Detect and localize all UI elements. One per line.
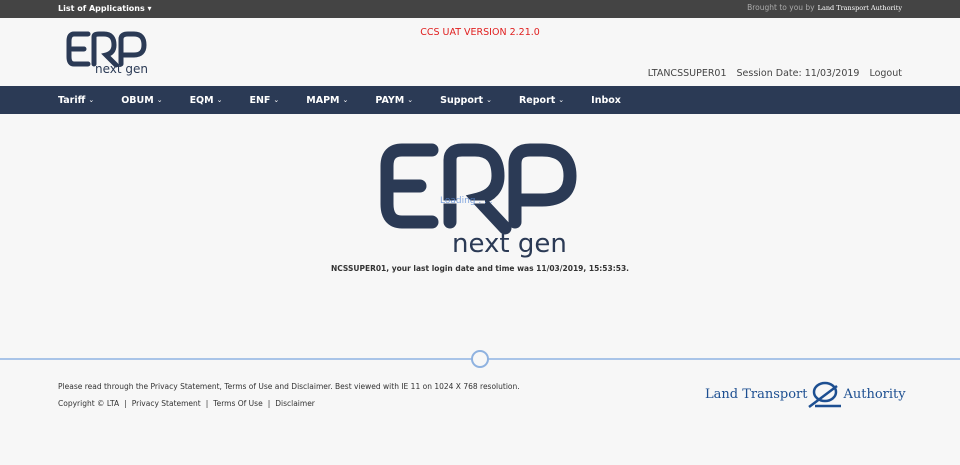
chevron-down-icon: ⌄: [558, 96, 565, 104]
nav-mapm[interactable]: MAPM ⌄: [306, 95, 348, 106]
nav-support[interactable]: Support ⌄: [440, 95, 492, 106]
chevron-down-icon: ⌄: [407, 96, 414, 104]
nav-report[interactable]: Report ⌄: [519, 95, 564, 106]
separator: |: [124, 399, 127, 408]
lta-logo: Land Transport Authority: [705, 380, 906, 408]
nav-label: Report: [518, 94, 556, 106]
chevron-down-icon: ⌄: [486, 96, 492, 104]
list-of-applications-menu[interactable]: List of Applications ▾: [58, 4, 152, 13]
main-navbar: Tariff ⌄ OBUM ⌄ EQM ⌄ ENF ⌄ MAPM ⌄ PAYM ⌄ Supp…: [0, 86, 960, 114]
copyright: Copyright © LTA: [58, 399, 120, 408]
chevron-down-icon: ⌄: [156, 96, 163, 104]
nav-label: MAPM: [306, 94, 340, 106]
footer: Please read through the Privacy Statemen…: [58, 382, 520, 408]
user-session-bar: LTANCSSUPER01 Session Date: 11/03/2019 L…: [648, 68, 902, 79]
nav-label: OBUM: [121, 94, 154, 106]
last-login-message: NCSSUPER01, your last login date and tim…: [330, 264, 630, 273]
terms-of-use-link[interactable]: Terms Of Use: [213, 399, 262, 408]
divider-circle-icon: [471, 350, 489, 368]
privacy-statement-link[interactable]: Privacy Statement: [132, 399, 201, 408]
header: next gen CCS UAT VERSION 2.21.0 LTANCSSU…: [0, 18, 960, 86]
nav-label: ENF: [249, 94, 271, 106]
chevron-down-icon: ⌄: [342, 96, 349, 104]
separator: |: [205, 399, 209, 408]
chevron-down-icon: ⌄: [216, 96, 223, 104]
version-label: CCS UAT VERSION 2.21.0: [420, 27, 540, 38]
nav-eqm[interactable]: EQM ⌄: [190, 95, 223, 106]
nav-label: Tariff: [58, 94, 86, 106]
lta-logo-right-text: Authority: [843, 386, 906, 402]
lta-mini-logo: Land Transport Authority: [817, 3, 902, 12]
nav-paym[interactable]: PAYM ⌄: [375, 95, 413, 106]
loading-indicator: Loading . . .: [440, 196, 493, 206]
disclaimer-link[interactable]: Disclaimer: [275, 399, 315, 408]
nav-label: EQM: [189, 94, 214, 106]
nav-enf[interactable]: ENF ⌄: [249, 95, 279, 106]
nav-label: Support: [440, 94, 484, 106]
brought-by-text: Brought to you by: [747, 3, 815, 12]
username: LTANCSSUPER01: [647, 68, 727, 79]
chevron-down-icon: ⌄: [88, 96, 95, 104]
nav-tariff[interactable]: Tariff ⌄: [58, 95, 94, 106]
nav-label: PAYM: [375, 94, 405, 106]
nav-obum[interactable]: OBUM ⌄: [121, 95, 162, 106]
lta-logo-left-text: Land Transport: [705, 386, 808, 402]
brought-to-you-by: Brought to you by Land Transport Authori…: [747, 3, 902, 12]
lta-emblem-icon: [808, 381, 842, 408]
separator: |: [267, 399, 271, 408]
logo-subtitle-small: next gen: [95, 62, 149, 76]
session-date: Session Date: 11/03/2019: [736, 68, 860, 79]
footer-links: Copyright © LTA | Privacy Statement | Te…: [58, 399, 520, 408]
nav-inbox[interactable]: Inbox: [591, 95, 621, 106]
main-content: next gen Loading . . . NCSSUPER01, your …: [0, 114, 960, 359]
footer-note: Please read through the Privacy Statemen…: [58, 382, 520, 391]
logo-subtitle-large: next gen: [452, 229, 567, 259]
logout-link[interactable]: Logout: [869, 68, 902, 79]
chevron-down-icon: ⌄: [273, 96, 280, 104]
top-utility-bar: List of Applications ▾ Brought to you by…: [0, 0, 960, 18]
nav-label: Inbox: [591, 94, 621, 106]
